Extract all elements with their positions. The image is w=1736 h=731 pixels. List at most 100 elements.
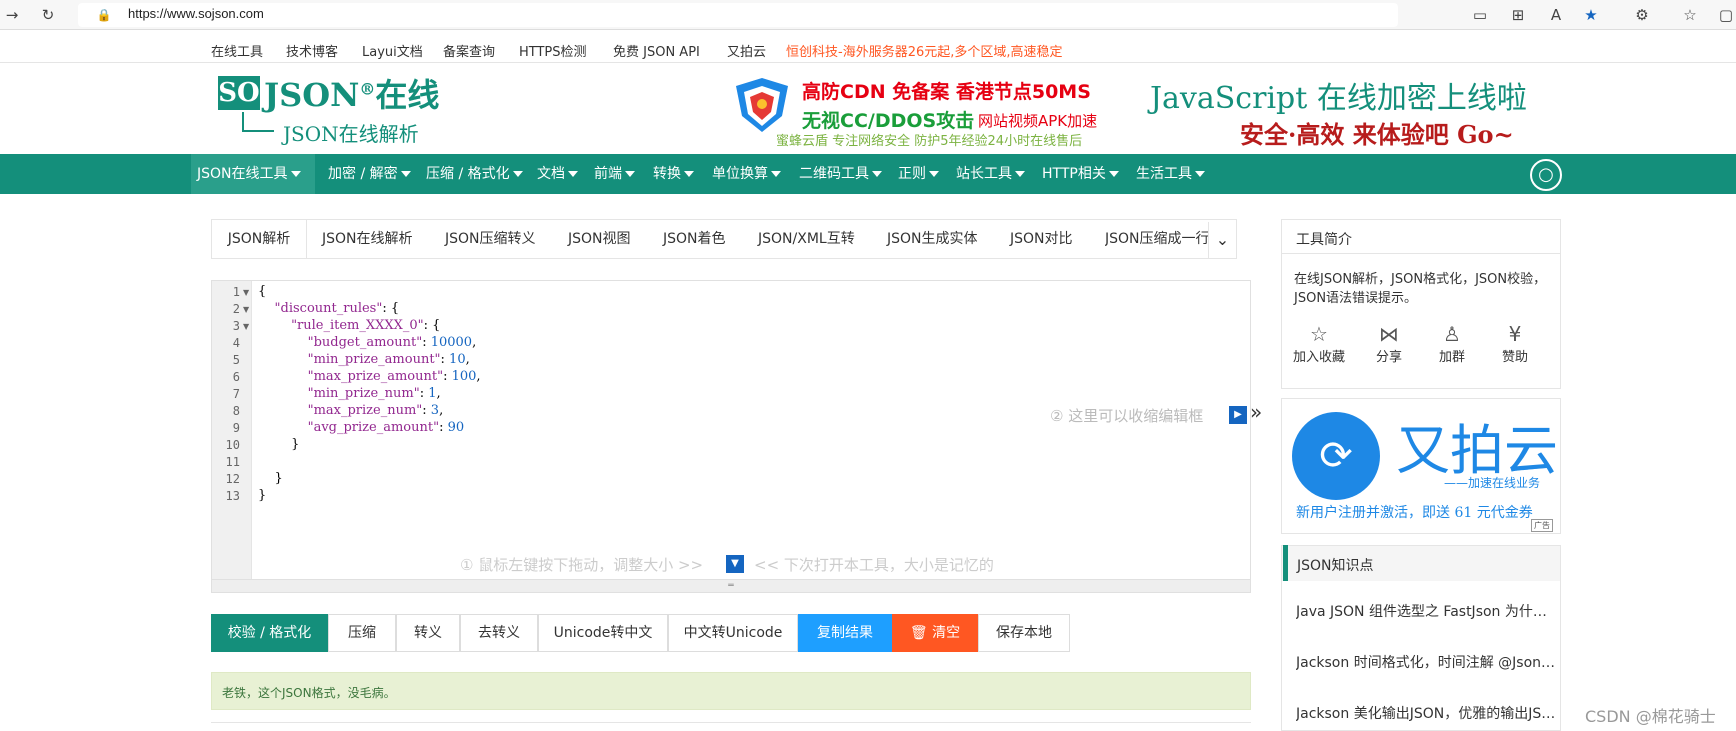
nav-item-life[interactable]: 生活工具 xyxy=(1130,154,1211,194)
fold-arrow-icon[interactable]: ▼ xyxy=(243,305,249,314)
logo-json[interactable]: JSON®在线 xyxy=(264,70,439,116)
escape-button[interactable]: 转义 xyxy=(396,614,460,652)
url-text[interactable]: https://www.sojson.com xyxy=(128,6,264,21)
star-icon: ☆ xyxy=(1310,322,1328,346)
logo-reg-mark: ® xyxy=(359,79,376,99)
code-line[interactable]: "max_prize_num": 3, xyxy=(258,403,444,418)
json-punct: , xyxy=(472,335,477,350)
nav-item-compress[interactable]: 压缩 / 格式化 xyxy=(420,154,529,194)
code-line[interactable]: } xyxy=(258,437,299,452)
top-link[interactable]: 又拍云 xyxy=(727,41,766,60)
code-line[interactable]: "min_prize_amount": 10, xyxy=(258,352,470,367)
chevron-down-icon[interactable]: ⌄ xyxy=(1208,222,1236,258)
validate-format-button[interactable]: 校验 / 格式化 xyxy=(211,614,328,652)
nav-item-regex[interactable]: 正则 xyxy=(892,154,945,194)
tab-json-online[interactable]: JSON在线解析 xyxy=(322,220,413,258)
ad-text[interactable]: 无视CC/DDOS攻击 xyxy=(802,106,974,133)
sponsor-action[interactable]: ¥ 赞助 xyxy=(1485,322,1545,365)
tab-json-parse[interactable]: JSON解析 xyxy=(212,220,307,258)
top-link[interactable]: 在线工具 xyxy=(211,41,263,60)
reader-icon[interactable]: ▭ xyxy=(1470,5,1490,25)
json-punct: { xyxy=(258,284,267,299)
code-line[interactable]: "rule_item_XXXX_0": { xyxy=(258,318,440,333)
top-link[interactable]: 免费 JSON API xyxy=(613,41,700,60)
tab-json-view[interactable]: JSON视图 xyxy=(568,220,631,258)
collapse-arrow-icon[interactable]: » xyxy=(1250,400,1262,424)
clear-button[interactable]: 🗑 清空 xyxy=(892,614,978,652)
code-line[interactable]: "avg_prize_amount": 90 xyxy=(258,420,465,435)
copy-result-button[interactable]: 复制结果 xyxy=(798,614,892,652)
drag-down-icon[interactable]: ▼ xyxy=(726,555,744,573)
read-aloud-icon[interactable]: A xyxy=(1546,5,1566,25)
tab-json-oneline[interactable]: JSON压缩成一行 xyxy=(1105,220,1209,258)
nav-item-frontend[interactable]: 前端 xyxy=(588,154,641,194)
action-label: 加入收藏 xyxy=(1292,350,1345,365)
nav-item-webmaster[interactable]: 站长工具 xyxy=(950,154,1031,194)
lock-icon[interactable]: 🔒 xyxy=(94,5,114,25)
fold-arrow-icon[interactable]: ▼ xyxy=(243,288,249,297)
search-icon[interactable]: ○ xyxy=(1530,159,1562,191)
share-action[interactable]: ⋈ 分享 xyxy=(1359,322,1419,365)
favorites-icon[interactable]: ☆ xyxy=(1680,5,1700,25)
json-punct: : xyxy=(443,369,452,384)
extensions-icon[interactable]: ⚙ xyxy=(1632,5,1652,25)
json-number: 1 xyxy=(428,386,437,401)
code-line[interactable]: } xyxy=(258,488,266,503)
ad-text[interactable]: 网站视频APK加速 xyxy=(978,110,1097,131)
nav-item-encrypt[interactable]: 加密 / 解密 xyxy=(322,154,417,194)
join-group-action[interactable]: ♙ 加群 xyxy=(1422,322,1482,365)
collections-icon[interactable]: ▢ xyxy=(1716,5,1736,25)
top-link[interactable]: HTTPS检测 xyxy=(519,41,587,60)
chinese-to-unicode-button[interactable]: 中文转Unicode xyxy=(668,614,798,652)
favorite-star-icon[interactable]: ★ xyxy=(1581,5,1601,25)
tab-json-color[interactable]: JSON着色 xyxy=(663,220,726,258)
nav-label: 转换 xyxy=(653,166,681,182)
tab-json-diff[interactable]: JSON对比 xyxy=(1010,220,1073,258)
top-link[interactable]: 备案查询 xyxy=(443,41,495,60)
code-line[interactable]: "budget_amount": 10000, xyxy=(258,335,477,350)
compress-button[interactable]: 压缩 xyxy=(328,614,396,652)
collapse-play-icon[interactable]: ▶ xyxy=(1229,406,1247,424)
code-line[interactable]: "max_prize_amount": 100, xyxy=(258,369,481,384)
code-line[interactable]: } xyxy=(258,471,283,486)
code-line[interactable]: "discount_rules": { xyxy=(258,301,400,316)
fold-arrow-icon[interactable]: ▼ xyxy=(243,322,249,331)
knowledge-link[interactable]: Jackson 美化输出JSON，优雅的输出JSON... xyxy=(1296,703,1558,723)
nav-item-qrcode[interactable]: 二维码工具 xyxy=(793,154,888,194)
knowledge-link[interactable]: Java JSON 组件选型之 FastJson 为什么... xyxy=(1296,601,1558,621)
nav-item-json-tools[interactable]: JSON在线工具 xyxy=(191,154,315,194)
resize-handle[interactable]: ═ xyxy=(212,579,1250,592)
nav-item-units[interactable]: 单位换算 xyxy=(706,154,787,194)
unescape-button[interactable]: 去转义 xyxy=(460,614,538,652)
json-key: "max_prize_num" xyxy=(307,403,423,418)
logo-so[interactable]: SO xyxy=(218,76,260,110)
json-key: "avg_prize_amount" xyxy=(307,420,440,435)
knowledge-link[interactable]: Jackson 时间格式化，时间注解 @JsonFormat... xyxy=(1296,652,1558,672)
json-punct: } xyxy=(258,488,267,503)
tab-json-entity[interactable]: JSON生成实体 xyxy=(887,220,978,258)
ad-text[interactable]: 蜜蜂云盾 专注网络安全 防护5年经验24小时在线售后 xyxy=(776,130,1082,149)
apps-icon[interactable]: ⊞ xyxy=(1508,5,1528,25)
code-line[interactable]: { xyxy=(258,284,266,299)
knowledge-title: JSON知识点 xyxy=(1297,558,1374,574)
ad-text[interactable]: 安全·高效 来体验吧 Go~ xyxy=(1240,115,1514,150)
code-line[interactable]: "min_prize_num": 1, xyxy=(258,386,441,401)
json-punct: : { xyxy=(382,301,400,316)
top-link[interactable]: 技术博客 xyxy=(286,41,338,60)
shield-logo-icon[interactable] xyxy=(732,76,792,134)
ad-text[interactable]: 高防CDN 免备案 香港节点50MS xyxy=(802,77,1091,104)
tab-json-xml[interactable]: JSON/XML互转 xyxy=(758,220,855,258)
address-bar[interactable] xyxy=(78,3,1398,27)
back-icon[interactable]: → xyxy=(2,5,22,25)
refresh-icon[interactable]: ↻ xyxy=(38,5,58,25)
nav-item-convert[interactable]: 转换 xyxy=(647,154,700,194)
nav-item-http[interactable]: HTTP相关 xyxy=(1036,154,1125,194)
ad-text[interactable]: JavaScript 在线加密上线啦 xyxy=(1150,73,1527,117)
save-local-button[interactable]: 保存本地 xyxy=(978,614,1070,652)
top-link[interactable]: Layui文档 xyxy=(362,41,423,60)
tab-json-escape[interactable]: JSON压缩转义 xyxy=(445,220,536,258)
unicode-to-chinese-button[interactable]: Unicode转中文 xyxy=(538,614,668,652)
nav-item-docs[interactable]: 文档 xyxy=(531,154,584,194)
bookmark-action[interactable]: ☆ 加入收藏 xyxy=(1289,322,1349,365)
top-link-promo[interactable]: 恒创科技-海外服务器26元起,多个区域,高速稳定 xyxy=(786,41,1063,60)
